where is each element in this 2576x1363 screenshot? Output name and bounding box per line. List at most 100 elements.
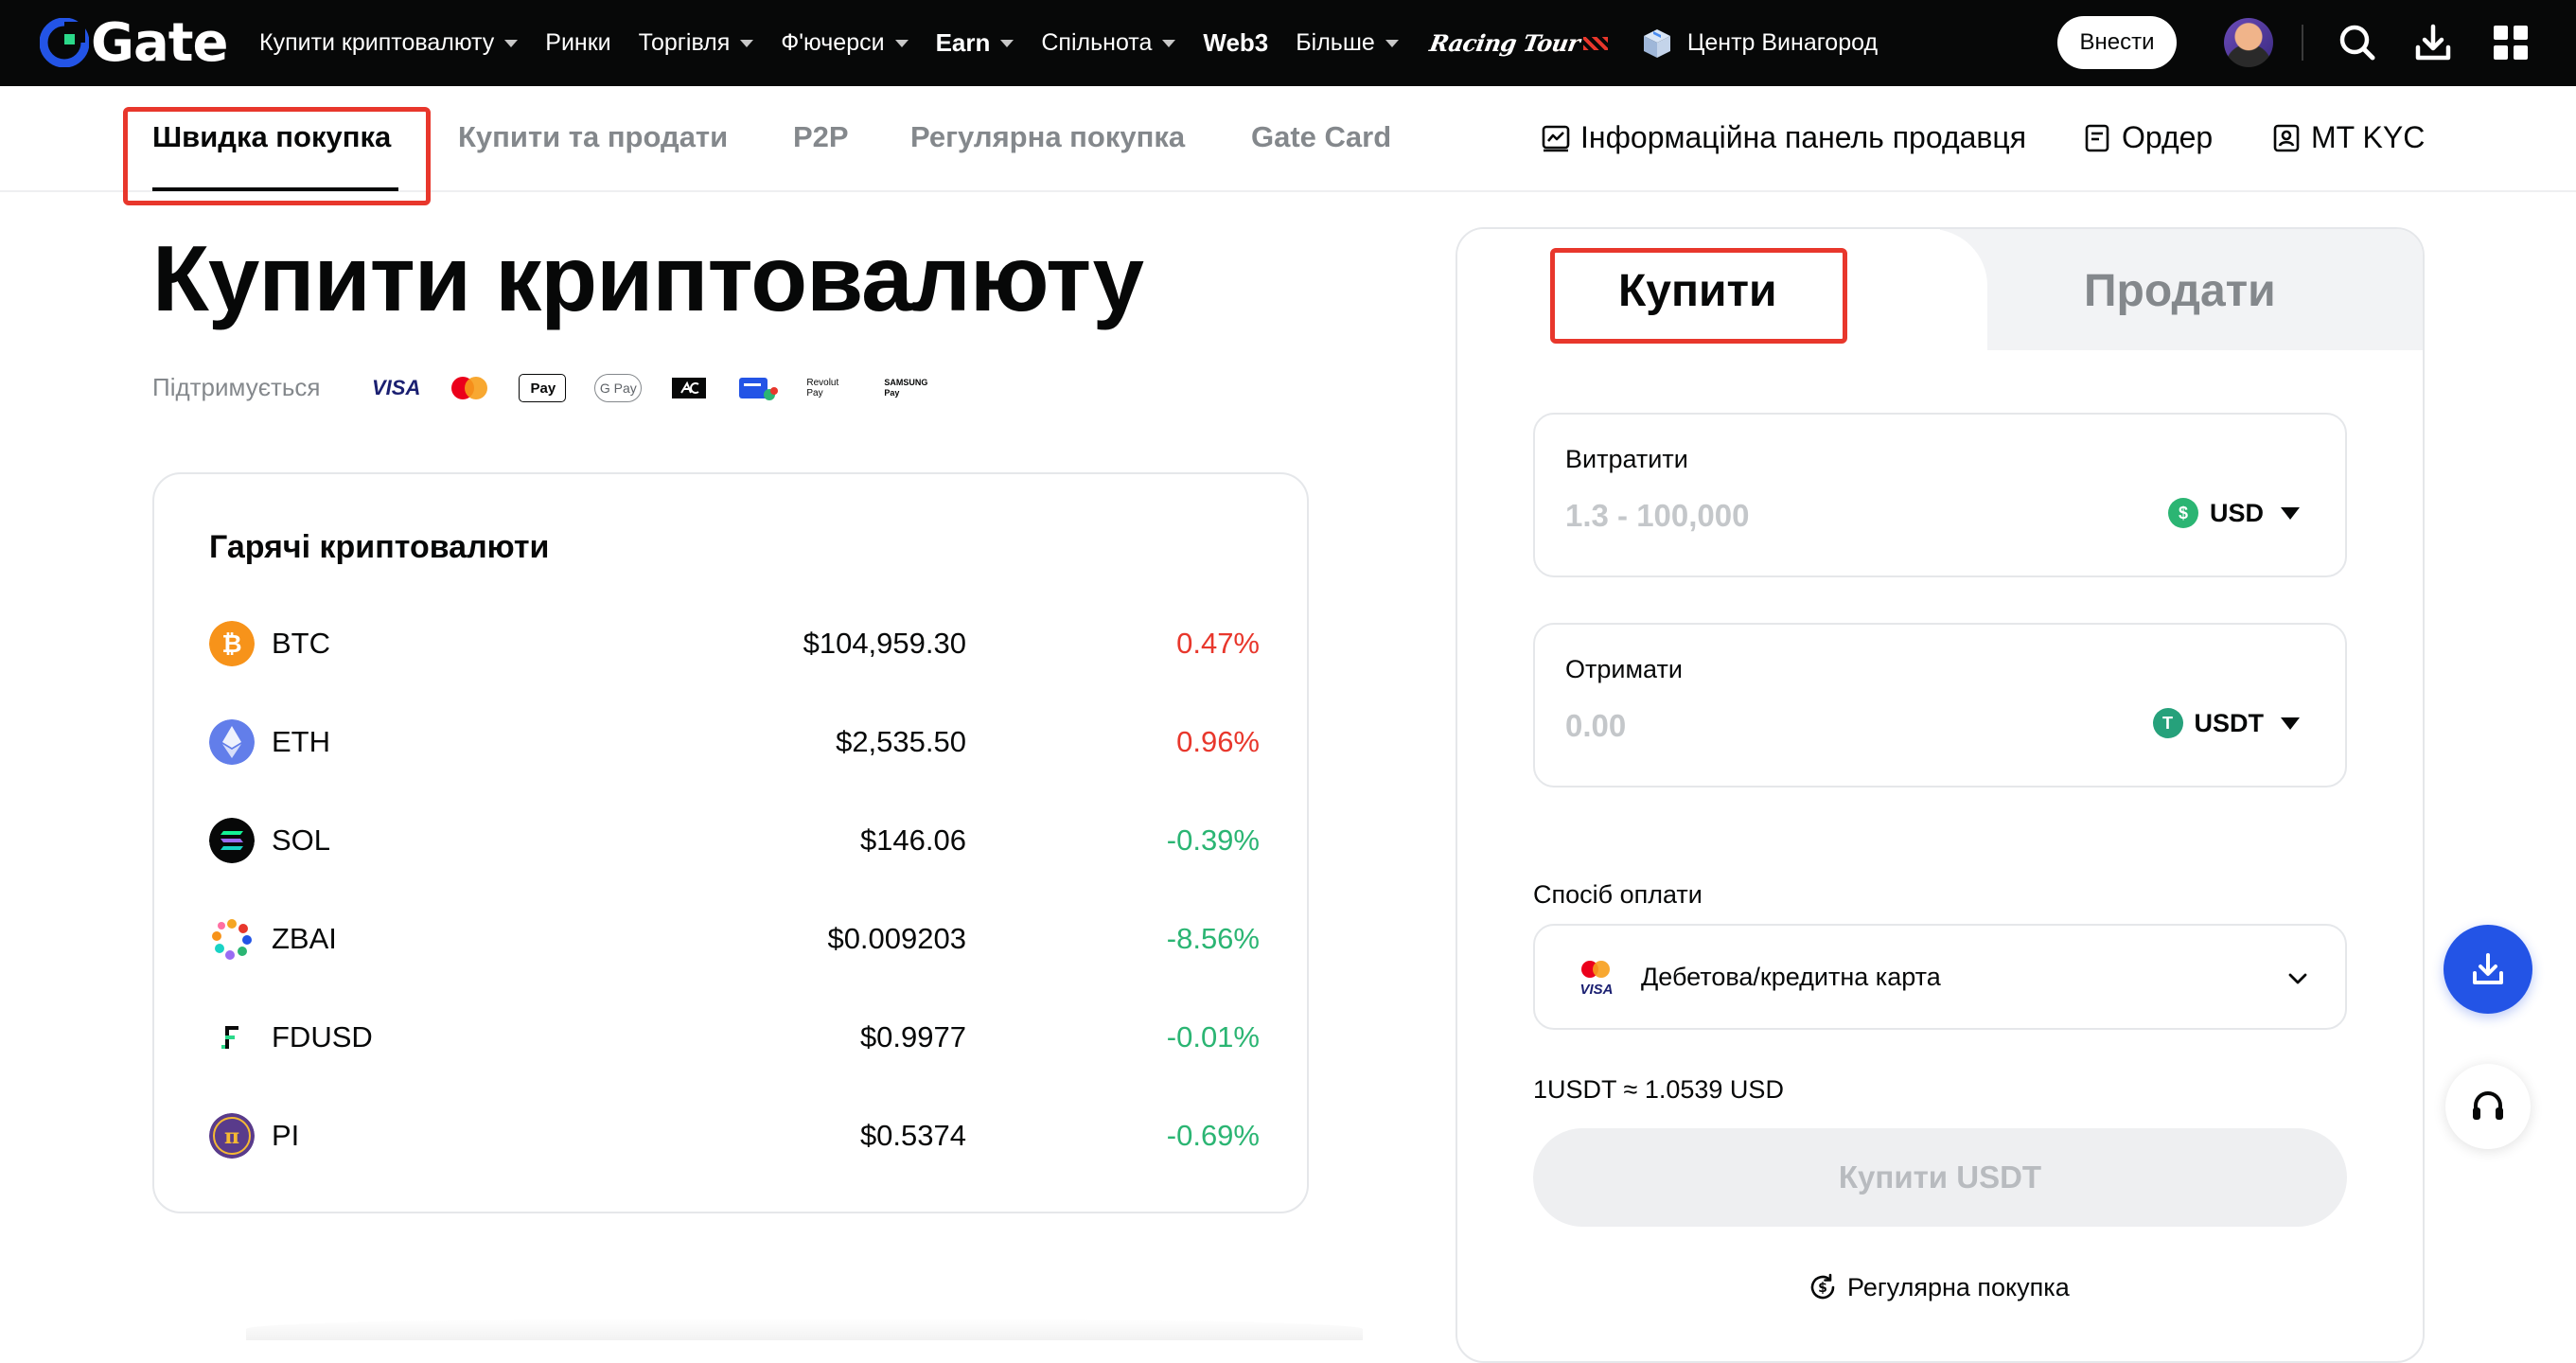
payment-logos: VISA Pay G Pay Revolut Pay SAMSUNG Pay — [372, 371, 956, 405]
google-pay-text: G Pay — [599, 381, 637, 396]
receive-amount-input[interactable] — [1565, 708, 2038, 744]
zbai-icon — [212, 919, 252, 960]
nav-community[interactable]: Спільнота — [1041, 29, 1176, 57]
nav-more[interactable]: Більше — [1296, 29, 1399, 57]
mastercard-logo — [451, 377, 488, 399]
spend-currency-label: USD — [2209, 498, 2264, 527]
merchant-dashboard-link[interactable]: Інформаційна панель продавця — [1541, 120, 2026, 155]
caret-down-icon — [894, 39, 909, 47]
order-link[interactable]: Ордер — [2082, 120, 2213, 155]
nav-web3[interactable]: Web3 — [1203, 28, 1268, 58]
gate-logo-icon — [40, 18, 89, 67]
spend-label: Витратити — [1565, 445, 1688, 473]
download-icon — [2473, 953, 2503, 984]
list-item[interactable]: ZBAI $0.009203 -8.56% — [209, 911, 1260, 967]
tab-p2p[interactable]: P2P — [793, 120, 849, 154]
coin-change: -8.56% — [1166, 922, 1260, 955]
ach-logo — [672, 378, 707, 398]
coin-change: -0.01% — [1166, 1020, 1260, 1053]
highlight-box-buy-tab — [1550, 248, 1847, 344]
list-item[interactable]: SOL $146.06 -0.39% — [209, 812, 1260, 869]
top-navigation-bar: Gate Купити криптовалюту Ринки Торгівля … — [0, 0, 2576, 86]
visa-logo-text: VISA — [372, 376, 421, 399]
nav-buy-crypto[interactable]: Купити криптовалюту — [259, 29, 519, 57]
exchange-rate: 1USDT ≈ 1.0539 USD — [1533, 1075, 1784, 1104]
tab-buy-sell[interactable]: Купити та продати — [458, 120, 728, 154]
coin-symbol: ZBAI — [272, 922, 337, 955]
search-icon[interactable] — [2336, 21, 2379, 64]
nav-trade[interactable]: Торгівля — [639, 29, 754, 57]
usd-icon: $ — [2167, 498, 2198, 528]
gift-cube-icon — [1643, 28, 1670, 58]
page-title: Купити криптовалюту — [152, 226, 1144, 330]
download-icon[interactable] — [2411, 21, 2455, 64]
apple-pay-text: Pay — [530, 380, 556, 397]
nav-label: Торгівля — [638, 29, 731, 56]
apple-pay-logo: Pay — [519, 374, 567, 402]
svg-text:$: $ — [1818, 1281, 1827, 1296]
floating-download-button[interactable] — [2444, 925, 2532, 1014]
spend-currency-select[interactable]: $ USD — [2167, 498, 2300, 528]
list-item[interactable]: ₿ BTC $104,959.30 0.47% — [209, 615, 1260, 672]
pi-icon: π — [209, 1113, 255, 1159]
chart-board-icon — [1542, 125, 1570, 151]
main-menu: Купити криптовалюту Ринки Торгівля Ф'юче… — [259, 0, 1878, 86]
coin-price: $146.06 — [859, 823, 966, 857]
caret-down-icon — [2281, 506, 2300, 520]
caret-down-icon — [1000, 39, 1015, 47]
chevron-down-icon — [2288, 973, 2307, 984]
racing-tour-logo: Racing Tour — [1427, 29, 1582, 57]
nav-label: Web3 — [1203, 28, 1269, 57]
caret-down-icon — [1162, 39, 1176, 47]
samsung-pay-text-top: SAMSUNG — [884, 378, 928, 387]
buy-usdt-button[interactable]: Купити USDT — [1533, 1128, 2347, 1227]
coin-symbol: FDUSD — [272, 1020, 373, 1053]
logo-text: Gate — [91, 11, 229, 74]
apps-grid-icon[interactable] — [2489, 21, 2532, 64]
payment-method-select[interactable]: VISA Дебетова/кредитна карта — [1533, 924, 2347, 1030]
nav-futures[interactable]: Ф'ючерси — [781, 29, 909, 57]
caret-down-icon — [2281, 717, 2300, 730]
rewards-center-link[interactable]: Центр Винагород — [1640, 27, 1878, 61]
bitcoin-icon: ₿ — [209, 621, 255, 666]
tab-gate-card[interactable]: Gate Card — [1251, 120, 1391, 154]
coin-price: $0.9977 — [859, 1020, 966, 1053]
order-label: Ордер — [2122, 120, 2214, 154]
floating-support-button[interactable] — [2445, 1064, 2531, 1149]
list-item[interactable]: π PI $0.5374 -0.69% — [209, 1107, 1260, 1164]
card-visa-text: VISA — [1579, 982, 1613, 996]
nav-earn[interactable]: Earn — [936, 28, 1015, 58]
rewards-center-label: Центр Винагород — [1686, 29, 1879, 56]
tab-sell[interactable]: Продати — [2084, 265, 2276, 317]
list-item[interactable]: ETH $2,535.50 0.96% — [209, 714, 1260, 770]
hot-crypto-card: Гарячі криптовалюти ₿ BTC $104,959.30 0.… — [152, 472, 1309, 1213]
receive-currency-label: USDT — [2194, 708, 2265, 737]
caret-down-icon — [504, 39, 519, 47]
racing-tour-link[interactable]: Racing Tour — [1427, 29, 1608, 57]
document-icon — [2085, 124, 2109, 151]
tab-recurring-buy[interactable]: Регулярна покупка — [910, 120, 1185, 154]
list-item[interactable]: FDUSD $0.9977 -0.01% — [209, 1009, 1260, 1066]
coin-symbol: PI — [272, 1119, 300, 1152]
spend-amount-input[interactable] — [1565, 498, 2038, 534]
gate-logo[interactable]: Gate — [40, 12, 229, 74]
headset-icon — [2473, 1091, 2503, 1120]
solana-icon — [209, 818, 255, 863]
svg-text:₿: ₿ — [221, 630, 241, 659]
revolut-pay-text: Revolut Pay — [806, 378, 839, 398]
nav-markets[interactable]: Ринки — [545, 29, 610, 57]
ethereum-icon — [209, 719, 255, 765]
deposit-button[interactable]: Внести — [2057, 16, 2177, 69]
coin-symbol: SOL — [272, 823, 331, 857]
coin-symbol: ETH — [272, 725, 330, 758]
coin-price: $104,959.30 — [803, 627, 966, 660]
nav-label: Ринки — [545, 29, 611, 56]
mt-kyc-link[interactable]: MT KYC — [2271, 120, 2425, 155]
recurring-buy-link[interactable]: $ Регулярна покупка — [1808, 1272, 2070, 1302]
coin-price: $0.5374 — [859, 1119, 966, 1152]
samsung-pay-logo: SAMSUNG Pay — [884, 378, 927, 398]
nav-label: Earn — [935, 28, 991, 57]
avatar[interactable] — [2224, 18, 2273, 67]
spend-field: Витратити $ USD — [1533, 413, 2347, 577]
receive-currency-select[interactable]: T USDT — [2152, 708, 2300, 738]
